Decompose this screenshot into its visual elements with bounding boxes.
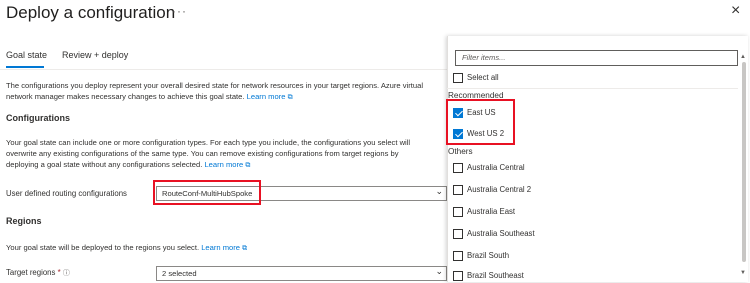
select-all-label: Select all	[467, 73, 499, 82]
tab-divider	[0, 69, 447, 70]
more-options-icon[interactable]: ···	[172, 4, 187, 18]
filter-input[interactable]: Filter items...	[455, 50, 738, 66]
target-regions-dropdown[interactable]: 2 selected ⌄	[156, 266, 447, 281]
others-group-label: Others	[448, 147, 473, 156]
intro-line-2-container: network manager makes necessary changes …	[6, 91, 293, 103]
regions-learn-more-link[interactable]: Learn more	[201, 243, 240, 252]
tab-goal-state[interactable]: Goal state	[6, 50, 47, 60]
required-mark: *	[57, 268, 61, 277]
config-learn-more-link[interactable]: Learn more	[204, 160, 243, 169]
config-desc-line-2: overwrite any existing configurations of…	[6, 149, 399, 158]
close-icon[interactable]: ×	[731, 2, 740, 20]
udr-config-label: User defined routing configurations	[6, 189, 127, 198]
highlight-box-regions	[446, 99, 515, 145]
australia-east-checkbox[interactable]	[453, 207, 463, 217]
config-desc-line-3-container: deploying a goal state without any confi…	[6, 159, 250, 171]
active-tab-indicator	[6, 66, 44, 68]
configurations-heading: Configurations	[6, 113, 70, 123]
panel-divider	[447, 88, 738, 89]
scroll-up-icon[interactable]: ▲	[740, 54, 746, 60]
info-icon[interactable]: ⓘ	[63, 270, 70, 277]
select-all-checkbox[interactable]	[453, 73, 463, 83]
tab-review-deploy[interactable]: Review + deploy	[62, 50, 128, 60]
brazil-south-checkbox[interactable]	[453, 251, 463, 261]
scroll-down-icon[interactable]: ▼	[740, 270, 746, 276]
intro-line-1: The configurations you deploy represent …	[6, 81, 424, 90]
region-option-label: Brazil South	[467, 251, 510, 260]
filter-placeholder: Filter items...	[462, 53, 506, 62]
region-option-label: Australia Central 2	[467, 185, 532, 194]
intro-line-2: network manager makes necessary changes …	[6, 92, 245, 101]
chevron-down-icon: ⌄	[435, 266, 443, 276]
config-desc-line-1: Your goal state can include one or more …	[6, 138, 411, 147]
intro-learn-more-link[interactable]: Learn more	[247, 92, 286, 101]
external-link-icon: ⧉	[287, 94, 293, 101]
australia-southeast-checkbox[interactable]	[453, 229, 463, 239]
region-option-label: Australia East	[467, 207, 516, 216]
scrollbar-thumb[interactable]	[742, 62, 746, 262]
external-link-icon: ⧉	[242, 245, 248, 252]
region-option-label: Brazil Southeast	[467, 271, 524, 280]
panel-scrollbar[interactable]: ▲ ▼	[740, 40, 748, 282]
brazil-southeast-checkbox[interactable]	[453, 271, 463, 281]
highlight-box-config	[153, 180, 261, 205]
regions-desc: Your goal state will be deployed to the …	[6, 243, 200, 252]
target-regions-value: 2 selected	[162, 269, 197, 278]
target-regions-label: Target regions	[6, 268, 56, 277]
australia-central-2-checkbox[interactable]	[453, 185, 463, 195]
region-option-label: Australia Southeast	[467, 229, 535, 238]
australia-central-checkbox[interactable]	[453, 163, 463, 173]
region-option-label: Australia Central	[467, 163, 525, 172]
external-link-icon: ⧉	[245, 162, 251, 169]
chevron-down-icon: ⌄	[435, 186, 443, 196]
target-regions-label-container: Target regions * ⓘ	[6, 268, 70, 278]
regions-heading: Regions	[6, 216, 42, 226]
regions-desc-container: Your goal state will be deployed to the …	[6, 242, 247, 254]
page-title: Deploy a configuration	[6, 3, 176, 22]
config-desc-line-3: deploying a goal state without any confi…	[6, 160, 203, 169]
